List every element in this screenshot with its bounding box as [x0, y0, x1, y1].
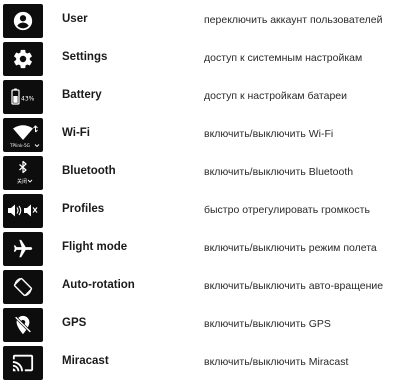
item-description: переключить аккаунт пользователей [204, 14, 383, 26]
item-name: User [62, 13, 88, 25]
user-tile[interactable] [3, 4, 43, 38]
auto-rotation-tile[interactable] [3, 270, 43, 304]
location-off-icon [14, 315, 32, 335]
flight-mode-tile[interactable] [3, 232, 43, 266]
item-description: включить/выключить авто-вращение [204, 280, 384, 292]
list-item-auto-rotation[interactable]: Auto-rotation включить/выключить авто-вр… [0, 269, 399, 305]
wifi-tile[interactable]: TPlink-5G [3, 118, 43, 152]
item-description: включить/выключить Wi-Fi [204, 128, 334, 140]
battery-tile[interactable]: 43% [3, 80, 43, 114]
gps-tile[interactable] [3, 308, 43, 342]
settings-tile[interactable] [3, 42, 43, 76]
list-item-flight-mode[interactable]: Flight mode включить/выключить режим пол… [0, 231, 399, 267]
item-description: доступ к системным настройкам [204, 52, 363, 64]
bluetooth-tile[interactable]: 关闭 [3, 156, 43, 190]
item-description: быстро отрегулировать громкость [204, 204, 370, 216]
list-item-user[interactable]: User переключить аккаунт пользователей [0, 3, 399, 39]
battery-icon: 43% [11, 88, 35, 105]
battery-percentage: 43% [21, 96, 35, 103]
list-item-gps[interactable]: GPS включить/выключить GPS [0, 307, 399, 343]
item-name: Settings [62, 51, 108, 63]
list-item-settings[interactable]: Settings доступ к системным настройкам [0, 41, 399, 77]
item-name: Profiles [62, 203, 105, 215]
item-description: включить/выключить режим полета [204, 242, 377, 254]
list-item-wifi[interactable]: TPlink-5G Wi-Fi включить/выключить Wi-Fi [0, 117, 399, 153]
bluetooth-icon: 关闭 [17, 160, 33, 185]
cast-icon [12, 354, 34, 372]
list-item-profiles[interactable]: Profiles быстро отрегулировать громкость [0, 193, 399, 229]
list-item-miracast[interactable]: Miracast включить/выключить Miracast [0, 345, 399, 381]
gear-icon [14, 49, 32, 69]
item-name: Flight mode [62, 241, 128, 253]
item-name: GPS [62, 317, 87, 329]
item-name: Bluetooth [62, 165, 116, 177]
item-name: Miracast [62, 355, 109, 367]
list-item-battery[interactable]: 43% Battery доступ к настройкам батареи [0, 79, 399, 115]
item-name: Battery [62, 89, 102, 101]
profiles-tile[interactable] [3, 194, 43, 228]
screen-rotation-icon [13, 277, 33, 297]
item-description: включить/выключить Miracast [204, 356, 349, 368]
item-description: включить/выключить Bluetooth [204, 166, 354, 178]
item-name: Auto-rotation [62, 279, 135, 291]
item-name: Wi-Fi [62, 127, 90, 139]
wifi-icon: TPlink-5G [9, 125, 40, 148]
item-description: включить/выключить GPS [204, 318, 331, 330]
list-item-bluetooth[interactable]: 关闭 Bluetooth включить/выключить Bluetoot… [0, 155, 399, 191]
volume-mute-icon [8, 204, 38, 217]
bluetooth-status-text: 关闭 [17, 178, 27, 185]
item-description: доступ к настройкам батареи [204, 90, 348, 102]
account-circle-icon [13, 11, 33, 31]
wifi-network-name: TPlink-5G [9, 143, 30, 148]
miracast-tile[interactable] [3, 346, 43, 380]
airplane-icon [13, 239, 33, 258]
